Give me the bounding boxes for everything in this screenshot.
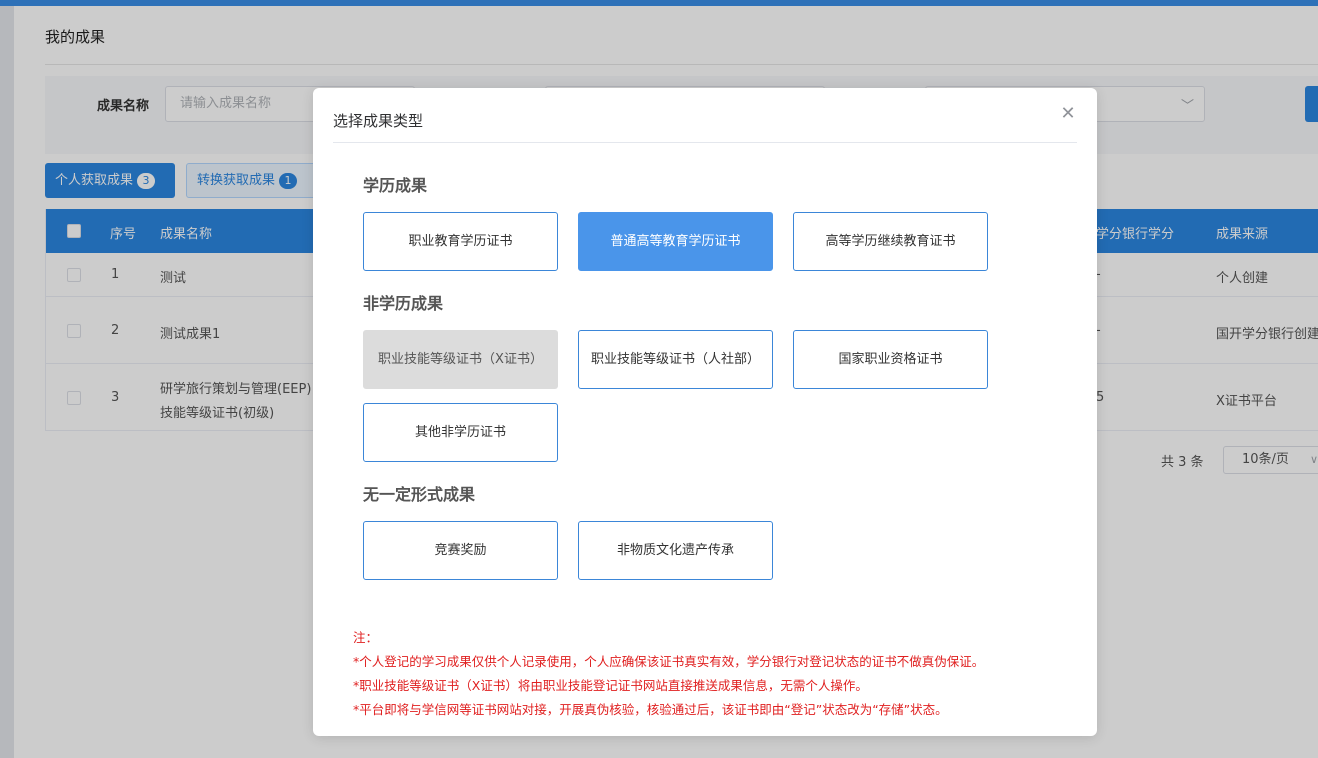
note-line: *个人登记的学习成果仅供个人记录使用，个人应确保该证书真实有效，学分银行对登记状… [353,650,984,674]
notes-heading: 注： [353,626,984,650]
option-other-non-academic-certificate[interactable]: 其他非学历证书 [363,403,558,462]
note-line: *职业技能等级证书（X证书）将由职业技能登记证书网站直接推送成果信息，无需个人操… [353,674,984,698]
dialog-divider [333,142,1077,143]
section-title-informal: 无一定形式成果 [363,481,475,505]
option-continuing-education-diploma[interactable]: 高等学历继续教育证书 [793,212,988,271]
option-x-certificate[interactable]: 职业技能等级证书（X证书） [363,330,558,389]
select-result-type-dialog: 选择成果类型 ✕ 学历成果 职业教育学历证书 普通高等教育学历证书 高等学历继续… [313,88,1097,736]
section-title-academic: 学历成果 [363,172,427,196]
option-competition-award[interactable]: 竞赛奖励 [363,521,558,580]
section-title-non-academic: 非学历成果 [363,290,443,314]
notes-block: 注： *个人登记的学习成果仅供个人记录使用，个人应确保该证书真实有效，学分银行对… [353,626,984,722]
option-intangible-cultural-heritage[interactable]: 非物质文化遗产传承 [578,521,773,580]
option-hrss-skill-certificate[interactable]: 职业技能等级证书（人社部） [578,330,773,389]
close-icon[interactable]: ✕ [1058,104,1078,124]
option-general-higher-education-diploma[interactable]: 普通高等教育学历证书 [578,212,773,271]
note-line: *平台即将与学信网等证书网站对接，开展真伪核验，核验通过后，该证书即由“登记”状… [353,698,984,722]
option-national-vocational-qualification[interactable]: 国家职业资格证书 [793,330,988,389]
option-vocational-education-diploma[interactable]: 职业教育学历证书 [363,212,558,271]
dialog-title: 选择成果类型 [333,110,423,131]
